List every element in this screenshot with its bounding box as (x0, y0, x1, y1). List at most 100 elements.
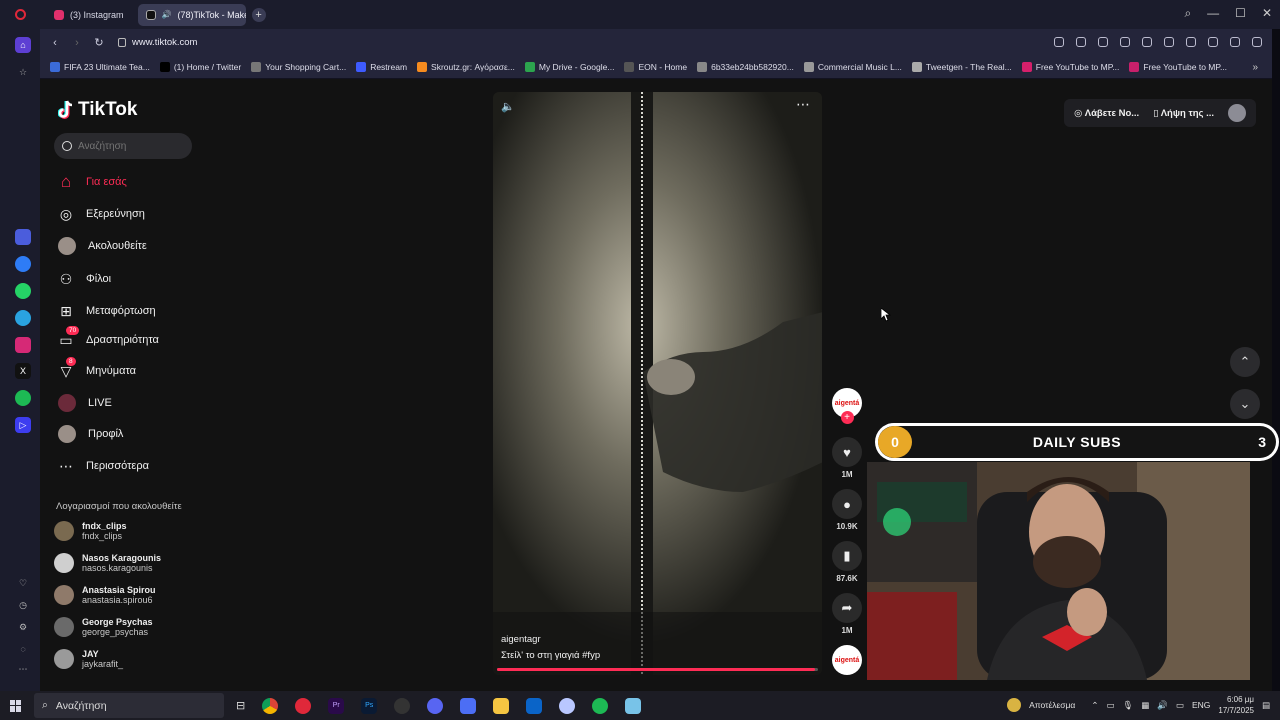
extension-icon[interactable] (1120, 37, 1130, 47)
bookmark-item[interactable]: EON - Home (624, 62, 687, 72)
camera-icon[interactable] (1076, 37, 1086, 47)
sidebar-item-more[interactable]: ⋯ Περισσότερα (58, 455, 149, 477)
sidebar-item-following-avatar[interactable]: Ακολουθείτε (58, 235, 147, 257)
display-icon[interactable]: ▭ (1106, 700, 1114, 711)
menu-icon[interactable] (1208, 37, 1218, 47)
sidebar-item-home[interactable]: ⌂ Για εσάς (58, 171, 127, 193)
tab-tiktok[interactable]: 🔊 (78)TikTok - Make You (137, 3, 246, 26)
bookmark-item[interactable]: (1) Home / Twitter (159, 62, 241, 72)
sidebar-item-compass[interactable]: ◎ Εξερεύνηση (58, 203, 145, 225)
search-box[interactable] (54, 133, 192, 159)
messenger-icon[interactable] (15, 256, 31, 272)
opera-logo[interactable] (0, 9, 40, 20)
windows-start-icon[interactable] (10, 699, 22, 712)
more-options-icon[interactable]: ⋯ (796, 96, 810, 113)
bookmarks-overflow-icon[interactable]: » (1252, 62, 1258, 73)
spotify-icon[interactable] (592, 697, 609, 714)
star-icon[interactable]: ☆ (15, 64, 31, 80)
following-account[interactable]: Nasos Karagounis nasos.karagounis (54, 553, 161, 573)
sidebar-item-profile-avatar[interactable]: Προφίλ (58, 423, 123, 445)
task-view-icon[interactable]: ⊟ (236, 699, 245, 712)
profile-icon[interactable] (1230, 37, 1240, 47)
more-icon[interactable]: ⋯ (15, 661, 31, 677)
video-player[interactable]: 🔈 ⋯ aigentagr Στείλ' το στη γιαγιά #fyp (493, 92, 822, 675)
spotify-icon[interactable] (15, 390, 31, 406)
weather-text[interactable]: Αποτέλεσμα (1029, 700, 1075, 710)
outlook-icon[interactable] (526, 697, 543, 714)
mic-icon[interactable]: 🎙 (1123, 700, 1134, 711)
following-account[interactable]: fndx_clips fndx_clips (54, 521, 127, 541)
forward-button[interactable]: › (66, 37, 88, 49)
maximize-button[interactable]: ☐ (1235, 6, 1246, 21)
share-icon[interactable] (1054, 37, 1064, 47)
following-account[interactable]: JAY jaykarafit_ (54, 649, 123, 669)
search-tabs-icon[interactable]: ⌕ (1184, 6, 1191, 21)
bookmark-item[interactable]: Free YouTube to MP... (1129, 62, 1227, 72)
history-icon[interactable]: ◷ (15, 597, 31, 613)
reload-button[interactable]: ↻ (88, 36, 110, 49)
next-video-button[interactable]: ⌄ (1230, 389, 1260, 419)
following-account[interactable]: George Psychas george_psychas (54, 617, 153, 637)
discord-icon[interactable] (427, 697, 444, 714)
get-coins-button[interactable]: ◎ Λάβετε Νο... (1074, 108, 1139, 119)
sidebar-item-messages[interactable]: ▽ 8 Μηνύματα (58, 357, 136, 382)
back-button[interactable]: ‹ (44, 37, 66, 49)
save-button[interactable]: ▮ 87.6K (830, 541, 864, 583)
bookmark-item[interactable]: My Drive - Google... (524, 62, 614, 72)
bookmark-item[interactable]: Skroutz.gr: Αγόρασε... (417, 62, 515, 72)
play-icon[interactable] (1142, 37, 1152, 47)
creator-avatar[interactable]: aigentá + (830, 388, 864, 424)
shield-icon[interactable] (1098, 37, 1108, 47)
video-progress-bar[interactable] (497, 668, 818, 671)
heart-icon[interactable]: ♡ (15, 575, 31, 591)
volume-icon[interactable]: 🔈 (501, 100, 515, 113)
previous-video-button[interactable]: ⌃ (1230, 347, 1260, 377)
weather-icon[interactable] (1007, 698, 1022, 712)
battery-icon[interactable]: ▭ (1176, 700, 1184, 711)
bookmark-item[interactable]: Commercial Music L... (803, 62, 902, 72)
sound-disc[interactable]: aigentá (830, 645, 864, 675)
taskbar-search[interactable]: ⌕ Αναζήτηση (34, 693, 224, 718)
user-avatar[interactable] (1228, 104, 1246, 122)
obs-icon[interactable] (394, 697, 411, 714)
download-icon[interactable] (1186, 37, 1196, 47)
bookmark-item[interactable]: Free YouTube to MP... (1021, 62, 1119, 72)
file-explorer-icon[interactable] (493, 697, 510, 714)
comment-button[interactable]: ● 10.9K (830, 489, 864, 531)
bookmark-item[interactable]: Tweetgen - The Real... (911, 62, 1012, 72)
search-input[interactable] (78, 140, 183, 152)
sidebar-item-live[interactable]: LIVE (58, 392, 112, 414)
url-field[interactable]: www.tiktok.com (118, 37, 197, 48)
x-icon[interactable]: X (15, 363, 31, 379)
minimize-button[interactable]: — (1207, 6, 1219, 21)
aria-icon[interactable] (15, 229, 31, 245)
volume-icon[interactable]: 🔊 (1157, 700, 1168, 711)
settings-icon[interactable]: ⚙ (15, 619, 31, 635)
app-icon[interactable] (460, 697, 477, 714)
get-app-button[interactable]: ▯ Λήψη της ... (1153, 108, 1214, 119)
network-icon[interactable]: ▦ (1141, 700, 1149, 711)
player-icon[interactable]: ▷ (15, 417, 31, 433)
home-icon[interactable]: ⌂ (15, 37, 31, 53)
bookmark-item[interactable]: FIFA 23 Ultimate Tea... (50, 62, 150, 72)
share-button[interactable]: ➦ 1M (830, 593, 864, 635)
language-indicator[interactable]: ENG (1192, 700, 1210, 710)
sidebar-item-activity[interactable]: ▭ 70 Δραστηριότητα (58, 326, 159, 351)
following-account[interactable]: Anastasia Spirou anastasia.spirou6 (54, 585, 156, 605)
opera-icon[interactable] (295, 697, 312, 714)
like-button[interactable]: ♥ 1M (830, 437, 864, 479)
bookmark-item[interactable]: 6b33eb24bb582920... (697, 62, 794, 72)
notifications-icon[interactable]: ▤ (1262, 700, 1270, 711)
instagram-icon[interactable] (15, 337, 31, 353)
bookmark-item[interactable]: Restream (356, 62, 407, 72)
bookmark-item[interactable]: Your Shopping Cart... (251, 62, 346, 72)
new-tab-button[interactable]: + (251, 7, 266, 22)
heart-icon[interactable] (1164, 37, 1174, 47)
tiktok-logo[interactable]: TikTok (58, 99, 137, 121)
tab-instagram[interactable]: (3) Instagram (46, 4, 132, 26)
follow-plus-icon[interactable]: + (840, 411, 854, 424)
close-button[interactable]: ✕ (1262, 6, 1272, 21)
premiere-icon[interactable]: Pr (328, 697, 345, 714)
app-icon[interactable] (559, 697, 576, 714)
chrome-icon[interactable] (262, 697, 279, 714)
